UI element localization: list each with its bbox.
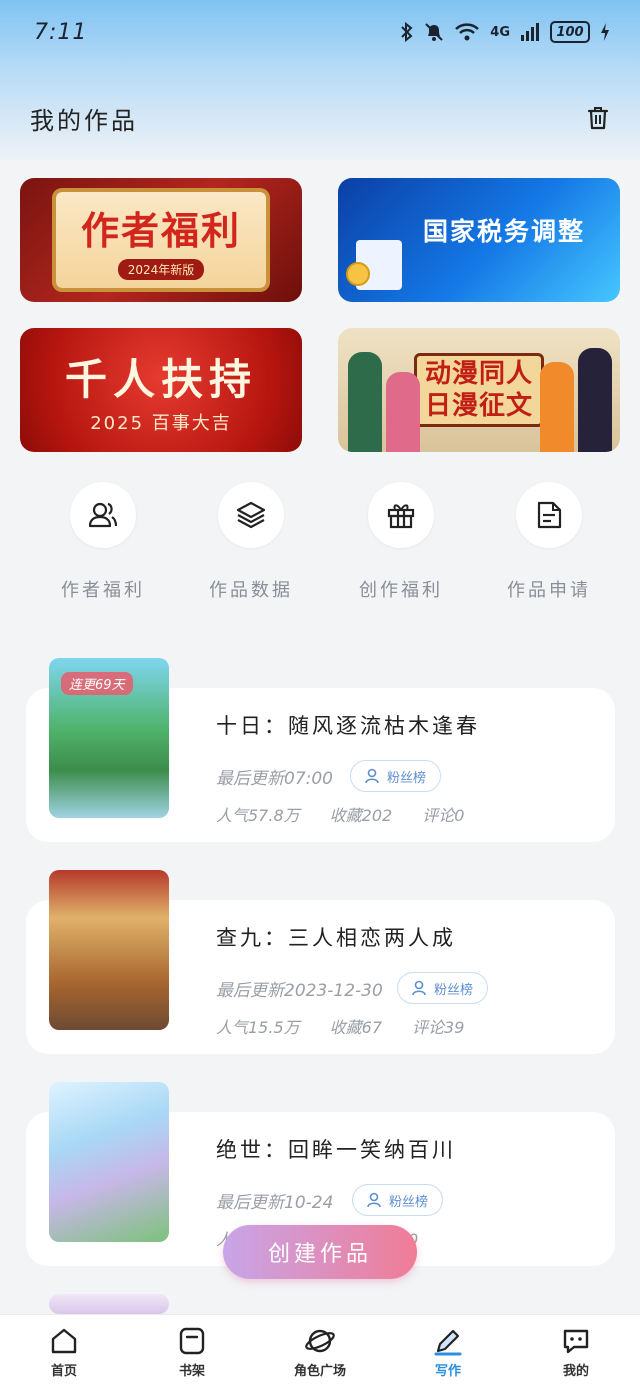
tab-label: 角色广场 — [293, 1363, 346, 1379]
network-label: 4G — [490, 24, 510, 40]
wifi-icon — [455, 23, 480, 41]
gift-icon — [387, 504, 415, 529]
banner-plaque: 动漫同人 日漫征文 — [413, 353, 544, 427]
favorites-count: 收藏67 — [329, 1018, 383, 1037]
chat-icon — [563, 1329, 589, 1353]
work-title: 绝世：回眸一笑纳百川 — [216, 1138, 456, 1162]
banner-title: 千人扶持 — [64, 354, 257, 404]
character-illustration — [348, 352, 382, 452]
bookshelf-icon — [179, 1327, 205, 1354]
tab-label: 首页 — [50, 1363, 77, 1379]
users-icon — [88, 502, 118, 528]
banner-author-welfare[interactable]: 作者福利 2024年新版 — [20, 178, 302, 302]
fans-ranking-button[interactable]: 粉丝榜 — [397, 972, 489, 1004]
work-title: 查九：三人相恋两人成 — [216, 926, 456, 950]
tab-label: 书架 — [178, 1363, 205, 1379]
mute-bell-icon — [425, 23, 443, 41]
quick-action-label: 作品申请 — [507, 580, 591, 601]
document-icon — [537, 501, 562, 529]
banner-title: 国家税务调整 — [422, 217, 585, 246]
tab-writing[interactable]: 写作 — [393, 1315, 503, 1387]
comments-count: 评论0 — [422, 806, 465, 825]
tab-label: 写作 — [434, 1363, 461, 1379]
work-stats: 人气15.5万 收藏67 评论39 — [216, 1014, 464, 1038]
popularity-count: 人气15.5万 — [216, 1018, 300, 1037]
quick-action-label: 创作福利 — [359, 580, 443, 601]
fans-ranking-label: 粉丝榜 — [389, 1194, 429, 1210]
tab-character-square[interactable]: 角色广场 — [265, 1315, 375, 1387]
quick-action-work-application[interactable]: 作品申请 — [484, 482, 614, 602]
fans-ranking-label: 粉丝榜 — [434, 982, 474, 998]
quick-action-work-data[interactable]: 作品数据 — [186, 482, 316, 602]
layers-icon — [236, 501, 266, 529]
signal-icon — [521, 23, 539, 41]
quick-action-icon-wrap — [218, 482, 284, 548]
page-title: 我的作品 — [30, 106, 138, 135]
battery-indicator: 100 — [550, 21, 590, 43]
trash-icon[interactable] — [584, 104, 612, 132]
status-time: 7:11 — [34, 19, 88, 45]
user-icon — [412, 980, 426, 996]
create-work-button[interactable]: 创建作品 — [223, 1225, 417, 1279]
work-title: 十日：随风逐流枯木逢春 — [216, 714, 480, 738]
work-cover[interactable] — [49, 1082, 169, 1242]
work-cover[interactable] — [49, 870, 169, 1030]
work-stats: 人气57.8万 收藏202 评论0 — [216, 802, 464, 826]
banner-subtitle: 2024年新版 — [117, 259, 205, 280]
update-streak-badge: 连更69天 — [61, 672, 133, 695]
banner-title-line2: 日漫征文 — [424, 391, 533, 421]
quick-action-icon-wrap — [368, 482, 434, 548]
banner-thousand-support[interactable]: 千人扶持 2025 百事大吉 — [20, 328, 302, 452]
quick-action-label: 作者福利 — [61, 580, 145, 601]
tab-label: 我的 — [562, 1363, 589, 1379]
fans-ranking-button[interactable]: 粉丝榜 — [350, 760, 442, 792]
quick-action-label: 作品数据 — [209, 580, 293, 601]
tab-mine[interactable]: 我的 — [521, 1315, 631, 1387]
banner-subtitle: 2025 百事大吉 — [90, 412, 232, 434]
banner-tax-adjustment[interactable]: 国家税务调整 — [338, 178, 620, 302]
work-last-update: 最后更新10-24 — [216, 1193, 334, 1213]
character-illustration — [578, 348, 612, 452]
work-cover[interactable]: 连更69天 — [49, 658, 169, 818]
fans-ranking-button[interactable]: 粉丝榜 — [352, 1184, 444, 1216]
status-bar: 7:11 4G 100 — [0, 0, 640, 64]
banner-title-line1: 动漫同人 — [424, 359, 533, 389]
banner-anime-contest[interactable]: 动漫同人 日漫征文 — [338, 328, 620, 452]
work-last-update: 最后更新2023-12-30 — [216, 981, 383, 1001]
tab-home[interactable]: 首页 — [9, 1315, 119, 1387]
user-icon — [365, 768, 379, 784]
bottom-tab-bar: 首页 书架 角色广场 写作 我的 — [0, 1314, 640, 1387]
quick-action-author-welfare[interactable]: 作者福利 — [38, 482, 168, 602]
user-icon — [367, 1192, 381, 1208]
banner-title: 作者福利 — [80, 209, 241, 253]
fans-ranking-label: 粉丝榜 — [387, 770, 427, 786]
character-illustration — [386, 372, 420, 452]
home-icon — [51, 1328, 77, 1353]
tab-bookshelf[interactable]: 书架 — [137, 1315, 247, 1387]
character-illustration — [540, 362, 574, 452]
page-header: 我的作品 — [0, 94, 640, 142]
work-last-update: 最后更新07:00 — [216, 769, 333, 789]
coin-illustration — [346, 262, 370, 286]
planet-icon — [305, 1329, 335, 1352]
comments-count: 评论39 — [412, 1018, 465, 1037]
quick-action-icon-wrap — [70, 482, 136, 548]
status-icons: 4G 100 — [400, 21, 610, 43]
bluetooth-icon — [401, 22, 413, 42]
favorites-count: 收藏202 — [329, 806, 393, 825]
charging-icon — [601, 23, 609, 41]
work-cover[interactable] — [49, 1294, 169, 1314]
popularity-count: 人气57.8万 — [216, 806, 300, 825]
quick-action-creation-welfare[interactable]: 创作福利 — [336, 482, 466, 602]
pen-icon — [434, 1329, 462, 1355]
banner-scroll: 作者福利 2024年新版 — [56, 192, 266, 288]
quick-action-icon-wrap — [516, 482, 582, 548]
